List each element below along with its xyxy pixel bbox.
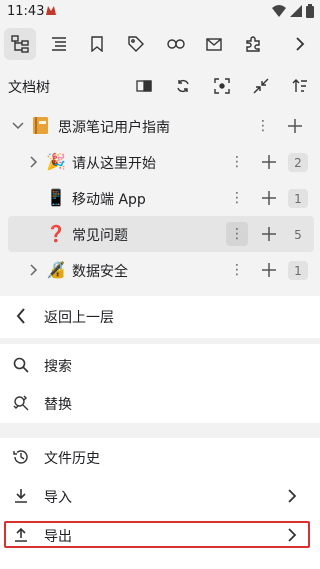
chevron-down-icon[interactable] (10, 118, 26, 134)
menu-replace[interactable]: 替换 (0, 383, 320, 423)
notebook-more-button[interactable]: ⋮ (254, 117, 272, 135)
menu-divider (0, 338, 320, 344)
plugin-icon (246, 36, 260, 52)
tag-icon (128, 36, 144, 52)
back-icon (12, 307, 30, 325)
chevron-right-icon (296, 37, 305, 51)
inbox-button[interactable] (198, 28, 230, 60)
doc-count-badge: 2 (288, 153, 308, 172)
refresh-button[interactable] (169, 72, 197, 100)
menu-search-label: 搜索 (44, 359, 72, 375)
bookmark-icon (91, 36, 103, 52)
doc-label: 移动端 App (72, 192, 146, 208)
chevron-right-icon (284, 488, 300, 504)
wifi-icon (272, 5, 286, 17)
doc-more-button[interactable]: ⋮ (226, 222, 248, 246)
doc-row-selected[interactable]: ❓ 常见问题 ⋮ 5 (0, 216, 320, 252)
notification-app-icon (46, 6, 56, 15)
menu-search[interactable]: 搜索 (0, 345, 320, 385)
doc-more-button[interactable]: ⋮ (228, 261, 246, 279)
doc-emoji: ❓ (46, 224, 66, 243)
collapse-panel-button[interactable] (130, 72, 158, 100)
signal-icon (290, 5, 302, 17)
dock-toolbar (0, 24, 320, 64)
focus-button[interactable] (208, 72, 236, 100)
plugin-button[interactable] (237, 28, 269, 60)
file-tree-button[interactable] (4, 28, 36, 60)
doc-more-button[interactable]: ⋮ (228, 153, 246, 171)
sort-icon (292, 79, 307, 92)
collapse-all-button[interactable] (247, 72, 275, 100)
plus-icon (288, 119, 302, 133)
menu-divider (0, 423, 320, 438)
toolbar-more-button[interactable] (284, 28, 316, 60)
doc-count-badge: 1 (288, 261, 308, 280)
doc-add-button[interactable] (259, 260, 279, 280)
doc-emoji: 🔏 (46, 260, 66, 279)
export-highlight-box (4, 521, 310, 548)
panel-icon (136, 80, 152, 92)
doc-label: 请从这里开始 (72, 156, 156, 172)
doc-count-badge: 1 (288, 189, 308, 208)
file-tree-icon (11, 35, 29, 53)
tag-button[interactable] (120, 28, 152, 60)
collapse-icon (253, 78, 269, 94)
system-icons (272, 4, 314, 18)
doc-more-button[interactable]: ⋮ (228, 189, 246, 207)
doc-row[interactable]: 📱 移动端 App ⋮ 1 (0, 180, 320, 216)
search-icon (12, 356, 30, 374)
menu-import[interactable]: 导入 (0, 476, 320, 516)
chevron-right-icon[interactable] (26, 154, 42, 170)
menu-file-history[interactable]: 文件历史 (0, 437, 320, 477)
dock-header: 文档树 (0, 64, 320, 108)
focus-icon (214, 78, 230, 94)
plus-icon (262, 155, 276, 169)
plus-icon (262, 227, 276, 241)
chevron-right-icon[interactable] (26, 262, 42, 278)
doc-add-button[interactable] (259, 152, 279, 172)
inbox-icon (206, 37, 222, 51)
doc-label: 常见问题 (72, 228, 128, 244)
menu-import-label: 导入 (44, 490, 72, 506)
doc-label: 数据安全 (72, 264, 128, 280)
doc-emoji: 📱 (46, 188, 66, 207)
menu-file-history-label: 文件历史 (44, 451, 100, 467)
refresh-icon (177, 79, 189, 93)
outline-button[interactable] (43, 28, 75, 60)
notebook-label: 思源笔记用户指南 (58, 120, 170, 136)
doc-row[interactable]: 🎉 请从这里开始 ⋮ 2 (0, 144, 320, 180)
menu-back-label: 返回上一层 (44, 310, 114, 326)
plus-icon (262, 191, 276, 205)
document-tree: 思源笔记用户指南 ⋮ 🎉 请从这里开始 ⋮ 2 📱 移动端 App ⋮ 1 ❓ … (0, 108, 320, 296)
doc-add-button[interactable] (259, 188, 279, 208)
dock-title: 文档树 (8, 80, 50, 96)
notebook-icon (33, 117, 48, 134)
doc-emoji: 🎉 (46, 152, 66, 171)
doc-add-button[interactable] (259, 224, 279, 244)
outline-icon (52, 37, 66, 51)
battery-icon (306, 4, 314, 18)
history-icon (12, 448, 30, 466)
link-icon (167, 39, 185, 49)
menu-replace-label: 替换 (44, 397, 72, 413)
sort-button[interactable] (286, 72, 314, 100)
doc-count-badge: 5 (294, 227, 302, 242)
status-time: 11:43 (7, 4, 45, 19)
bookmark-button[interactable] (81, 28, 113, 60)
plus-icon (262, 263, 276, 277)
doc-row[interactable]: 🔏 数据安全 ⋮ 1 (0, 252, 320, 288)
menu-back[interactable]: 返回上一层 (0, 296, 320, 336)
backlink-button[interactable] (160, 28, 192, 60)
notebook-add-button[interactable] (285, 116, 305, 136)
status-bar: 11:43 (0, 0, 320, 24)
notebook-row[interactable]: 思源笔记用户指南 ⋮ (0, 108, 320, 144)
import-icon (12, 487, 30, 505)
replace-icon (12, 394, 30, 412)
